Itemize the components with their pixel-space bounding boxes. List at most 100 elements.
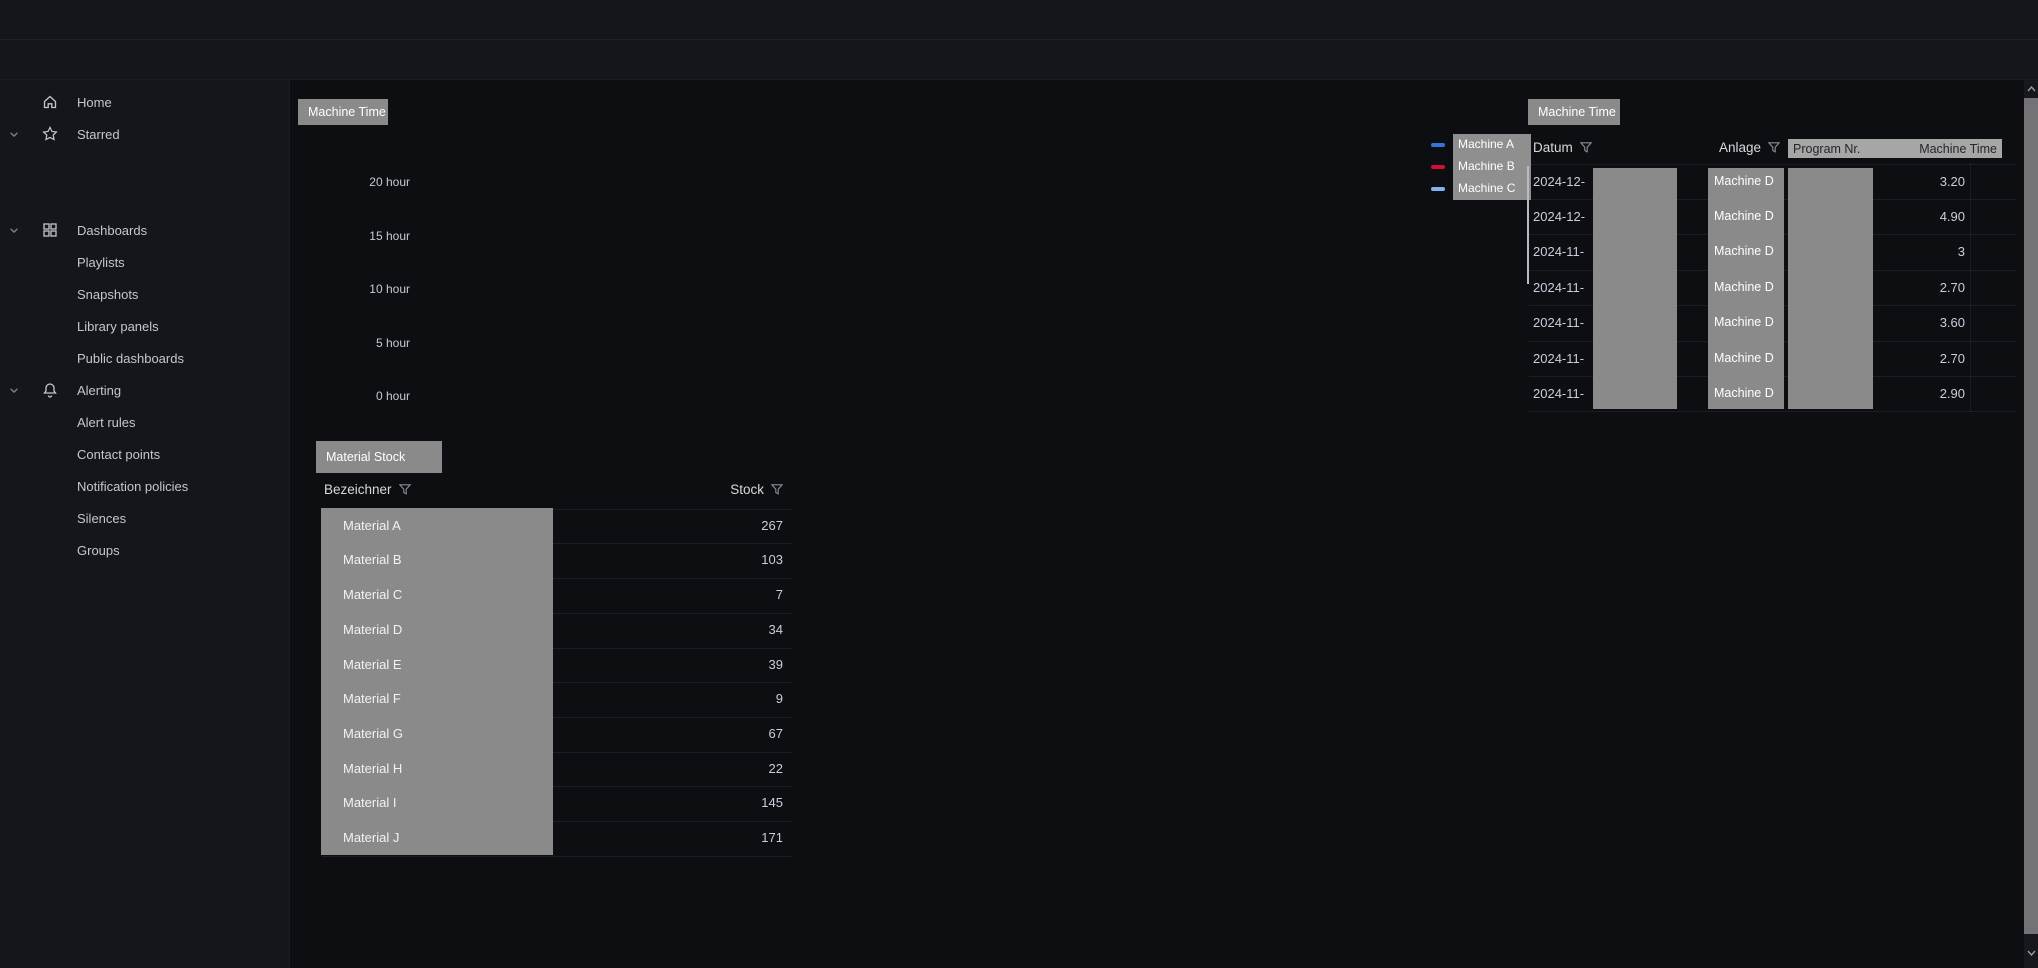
cell-stock: 22 <box>650 752 783 787</box>
bell-icon <box>42 382 58 398</box>
cell-bezeichner: Material B <box>343 543 402 578</box>
cell-bezeichner: Material J <box>343 821 399 856</box>
cell-datum: 2024-11- <box>1533 305 1584 340</box>
sidebar-item-dashboards[interactable]: Dashboards <box>0 216 288 244</box>
chart-panel-title-redacted[interactable]: Machine Time <box>298 99 388 125</box>
sidebar-item-label: Snapshots <box>77 287 138 302</box>
cell-machine-time: 2.90 <box>1880 376 1965 411</box>
cell-datum: 2024-11- <box>1533 270 1584 305</box>
row-separator <box>322 856 792 857</box>
legend-item-machine-c[interactable]: Machine C <box>1458 181 1515 195</box>
sidebar-item-label: Alert rules <box>77 415 136 430</box>
column-header-stock-label: Stock <box>730 482 764 497</box>
cell-stock: 267 <box>650 509 783 544</box>
material-panel-title-redacted[interactable]: Material Stock <box>316 441 442 473</box>
sidebar-item-label: Alerting <box>77 383 121 398</box>
legend-marker <box>1431 165 1445 169</box>
cell-machine-time: 3.60 <box>1880 305 1965 340</box>
cell-datum: 2024-12- <box>1533 199 1585 234</box>
column-header-anlage-label: Anlage <box>1719 140 1761 155</box>
table-column-divider <box>1970 163 1971 412</box>
cell-anlage: Machine D <box>1714 341 1774 376</box>
cell-bezeichner: Material D <box>343 613 402 648</box>
scrollbar-up-icon[interactable] <box>2024 82 2038 96</box>
sidebar-item-label: Starred <box>77 127 120 142</box>
sidebar-item-label: Library panels <box>77 319 159 334</box>
redaction-overlay-table-headers: Program Nr. Machine Time <box>1788 139 2002 158</box>
sidebar-item-label: Playlists <box>77 255 125 270</box>
sidebar-item-label: Dashboards <box>77 223 147 238</box>
dashboard-toolbar <box>0 40 2038 80</box>
cell-stock: 34 <box>650 613 783 648</box>
legend-marker <box>1431 187 1445 191</box>
sidebar-item-notification-policies[interactable]: Notification policies <box>0 472 288 500</box>
sidebar-item-home[interactable]: Home <box>0 88 288 116</box>
y-axis-tick-label: 0 hour <box>340 389 410 403</box>
cell-anlage: Machine D <box>1714 376 1774 411</box>
sidebar-item-label: Public dashboards <box>77 351 184 366</box>
chart-panel-title: Machine Time <box>308 105 386 119</box>
sidebar-item-label: Home <box>77 95 112 110</box>
star-icon <box>42 126 58 142</box>
top-navbar <box>0 0 2038 40</box>
cell-stock: 67 <box>650 717 783 752</box>
cell-machine-time: 4.90 <box>1880 199 1965 234</box>
column-header-machine-time-label[interactable]: Machine Time <box>1919 142 1997 156</box>
cell-stock: 171 <box>650 821 783 856</box>
cell-stock: 145 <box>650 786 783 821</box>
sidebar-item-contact-points[interactable]: Contact points <box>0 440 288 468</box>
sidebar-item-groups[interactable]: Groups <box>0 536 288 564</box>
column-header-anlage[interactable]: Anlage <box>1719 140 1780 155</box>
sidebar-item-starred[interactable]: Starred <box>0 120 288 148</box>
cell-machine-time: 2.70 <box>1880 341 1965 376</box>
sidebar-item-label: Notification policies <box>77 479 188 494</box>
sidebar-item-alerting[interactable]: Alerting <box>0 376 288 404</box>
column-header-datum-label: Datum <box>1533 140 1573 155</box>
cell-machine-time: 3.20 <box>1880 164 1965 199</box>
cell-bezeichner: Material H <box>343 752 402 787</box>
cell-stock: 9 <box>650 682 783 717</box>
filter-funnel-icon[interactable] <box>399 484 411 495</box>
filter-funnel-icon[interactable] <box>771 484 783 495</box>
sidebar-item-label: Contact points <box>77 447 160 462</box>
sidebar-item-public-dashboards[interactable]: Public dashboards <box>0 344 288 372</box>
scrollbar-down-icon[interactable] <box>2024 946 2038 960</box>
chevron-down-icon <box>9 227 19 234</box>
sidebar-item-playlists[interactable]: Playlists <box>0 248 288 276</box>
legend-marker <box>1431 143 1445 147</box>
cell-machine-time: 2.70 <box>1880 270 1965 305</box>
chevron-down-icon <box>9 387 19 394</box>
redaction-overlay-program-column <box>1788 168 1873 409</box>
column-header-program-nr-label[interactable]: Program Nr. <box>1793 142 1860 156</box>
chevron-down-icon <box>9 131 19 138</box>
sidebar-item-snapshots[interactable]: Snapshots <box>0 280 288 308</box>
cell-bezeichner: Material G <box>343 717 403 752</box>
legend-item-machine-a[interactable]: Machine A <box>1458 137 1514 151</box>
page-scrollbar-thumb[interactable] <box>2024 98 2038 934</box>
cell-anlage: Machine D <box>1714 199 1774 234</box>
filter-funnel-icon[interactable] <box>1580 142 1592 153</box>
cell-anlage: Machine D <box>1714 305 1774 340</box>
column-header-stock[interactable]: Stock <box>640 482 783 497</box>
cell-stock: 103 <box>650 543 783 578</box>
column-header-bezeichner[interactable]: Bezeichner <box>324 482 411 497</box>
table-panel-title: Machine Time <box>1538 105 1616 119</box>
table-scrollbar-thumb[interactable] <box>1527 166 1529 284</box>
table-panel-title-redacted[interactable]: Machine Time <box>1528 99 1620 125</box>
sidebar-item-library-panels[interactable]: Library panels <box>0 312 288 340</box>
y-axis-tick-label: 5 hour <box>340 336 410 350</box>
legend-item-machine-b[interactable]: Machine B <box>1458 159 1515 173</box>
sidebar-item-label: Groups <box>77 543 120 558</box>
cell-datum: 2024-11- <box>1533 234 1584 269</box>
column-header-bezeichner-label: Bezeichner <box>324 482 392 497</box>
sidebar-item-alert-rules[interactable]: Alert rules <box>0 408 288 436</box>
column-header-datum[interactable]: Datum <box>1533 140 1592 155</box>
cell-machine-time: 3 <box>1880 234 1965 269</box>
cell-anlage: Machine D <box>1714 270 1774 305</box>
filter-funnel-icon[interactable] <box>1768 142 1780 153</box>
cell-anlage: Machine D <box>1714 234 1774 269</box>
home-icon <box>42 94 58 110</box>
redaction-overlay-datum-column <box>1593 168 1677 409</box>
cell-bezeichner: Material F <box>343 682 401 717</box>
sidebar-item-silences[interactable]: Silences <box>0 504 288 532</box>
